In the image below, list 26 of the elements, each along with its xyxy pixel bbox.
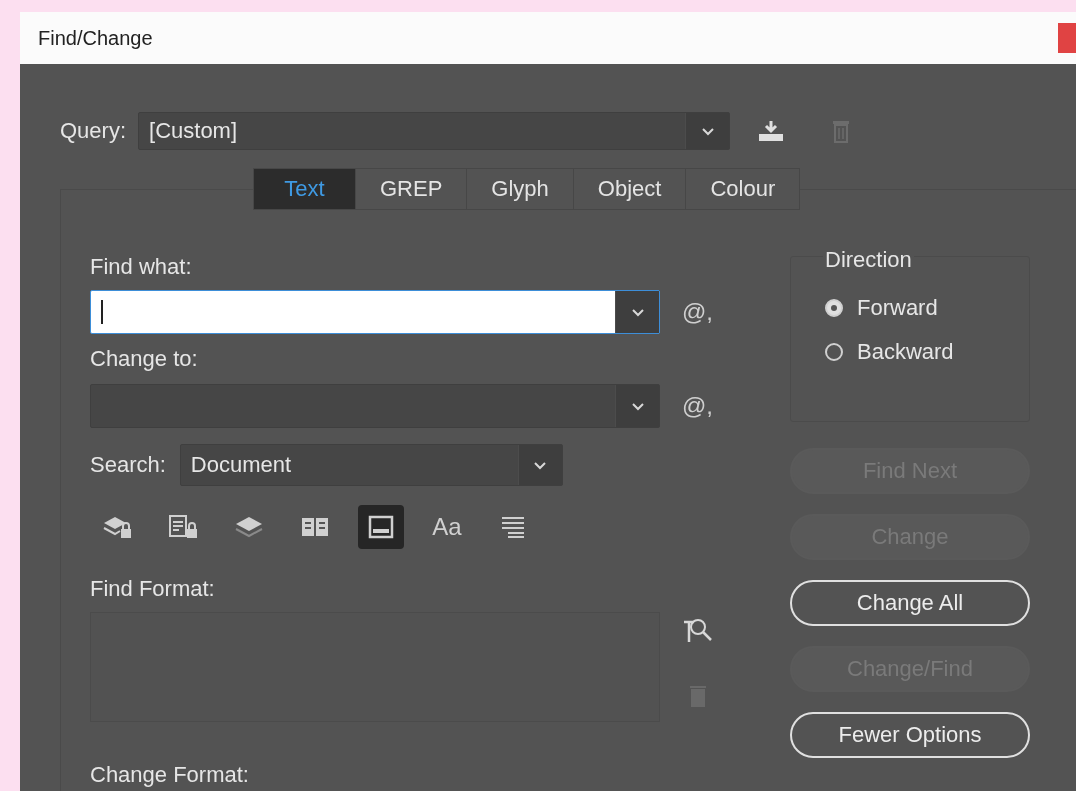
chevron-icon [533,460,548,470]
special-characters-button[interactable]: @, [682,298,714,326]
search-dropdown[interactable]: Document [179,444,563,486]
text-cursor [101,300,103,324]
find-what-field[interactable] [90,290,660,334]
case-toggle[interactable]: Aa [424,505,470,549]
chevron-icon [700,126,715,136]
window-title: Find/Change [38,26,153,50]
action-button[interactable]: Change All [790,580,1030,626]
query-dropdown[interactable]: [Custom] [138,112,731,150]
change-format-label: Change Format: [90,762,250,788]
save-icon[interactable] [758,120,785,142]
action-button[interactable]: Fewer Options [790,712,1030,758]
change-to-field[interactable] [90,384,660,428]
query-label: Query: [60,118,127,144]
radio-button[interactable]: Forward [825,295,1029,321]
radio-button[interactable]: Backward [825,339,1029,365]
find-what-label: Find what: [90,254,193,280]
change-to-label: Change to: [90,346,199,372]
find-format-label: Find Format: [90,576,216,602]
footnotes-icon[interactable] [358,505,404,549]
special-characters-button[interactable]: @, [682,392,714,420]
search-label: Search: [90,452,166,478]
chevron-icon [630,401,645,411]
tab[interactable]: Text [254,169,356,209]
chevron-icon [630,307,645,317]
